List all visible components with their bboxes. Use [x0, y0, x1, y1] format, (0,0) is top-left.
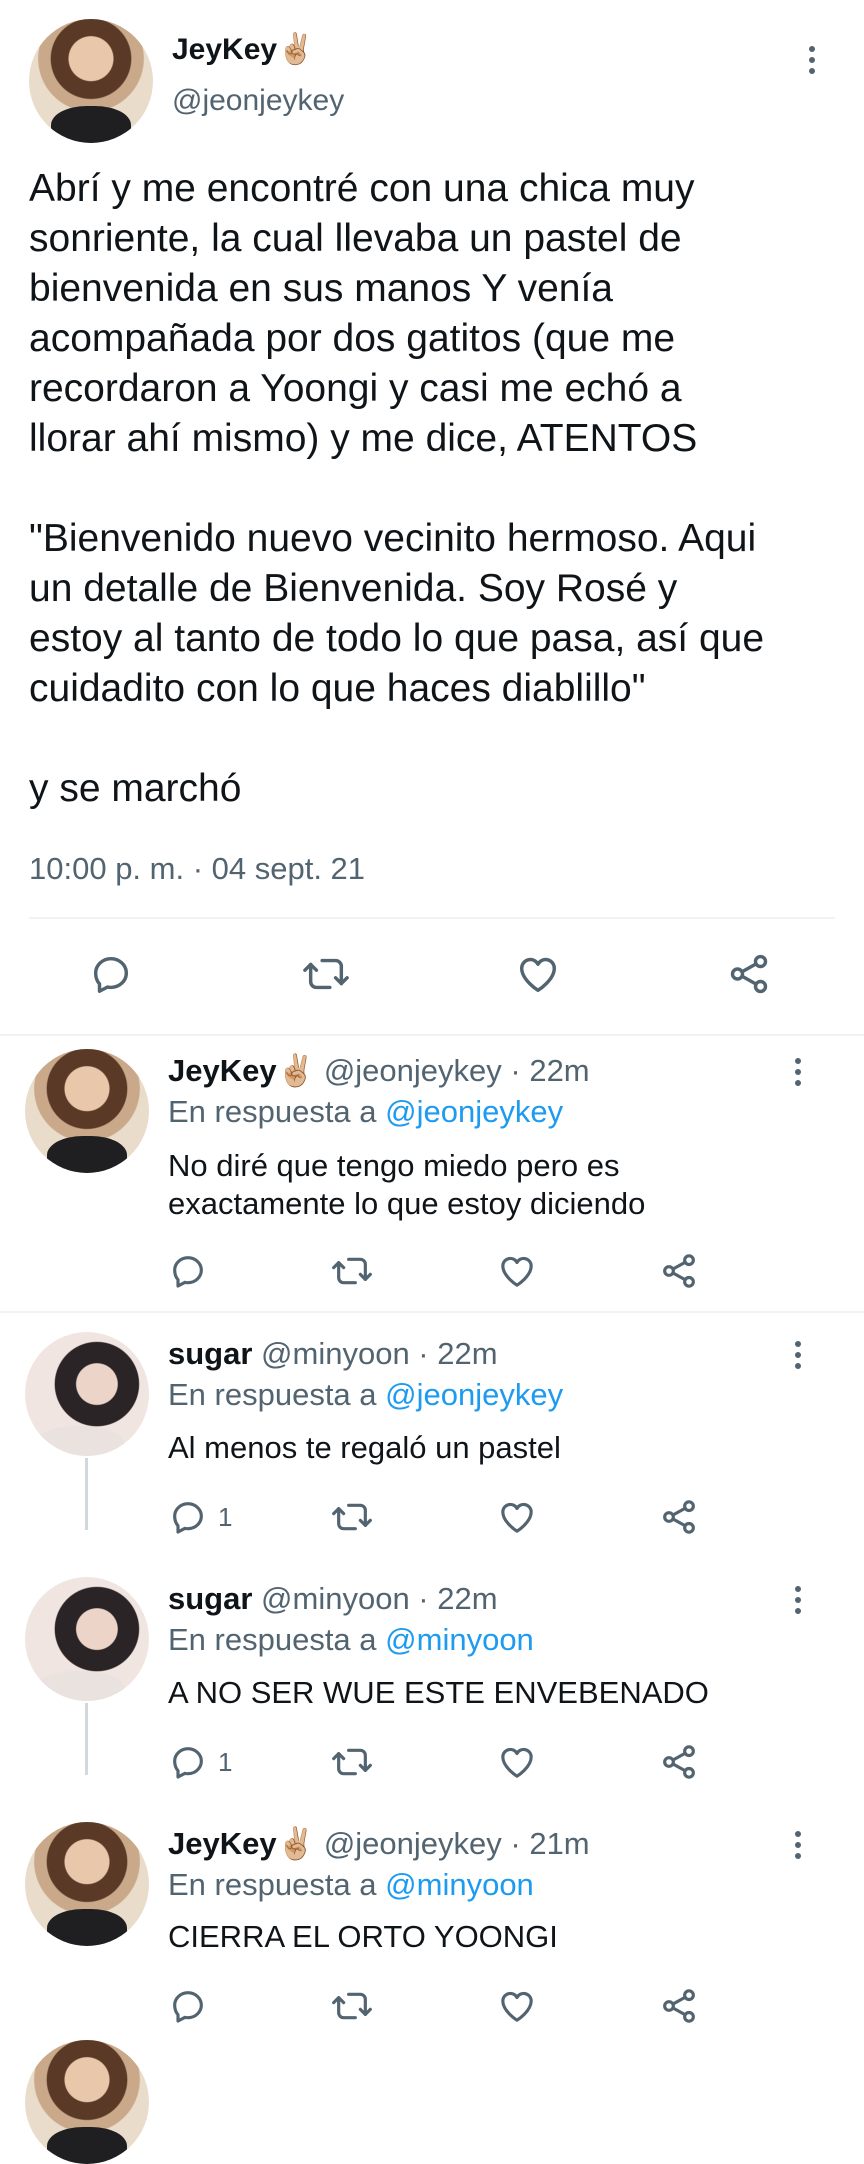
avatar[interactable]: [29, 19, 153, 143]
reply-button[interactable]: [168, 1251, 218, 1291]
retweet-button[interactable]: [330, 1742, 374, 1782]
avatar[interactable]: [25, 1049, 149, 1173]
author-meta[interactable]: @jeonjeykey · 22m: [324, 1053, 590, 1088]
reply-button[interactable]: 1: [168, 1742, 232, 1782]
reply-header: JeyKey✌🏼 @jeonjeykey · 21m: [168, 1824, 590, 1864]
author-name[interactable]: sugar: [168, 1336, 252, 1371]
like-button[interactable]: [497, 1986, 537, 2026]
reply-to-link[interactable]: @jeonjeykey: [385, 1094, 563, 1129]
peace-emoji-icon: ✌🏼: [276, 1053, 316, 1088]
reply-icon: [173, 1991, 203, 2023]
author-meta[interactable]: @minyoon · 22m: [261, 1581, 498, 1616]
share-button[interactable]: [659, 1742, 699, 1782]
reply-text: Al menos te regaló un pastel: [168, 1430, 561, 1465]
reply-button[interactable]: 1: [168, 1497, 232, 1537]
reply-text: CIERRA EL ORTO YOONGI: [168, 1919, 558, 1954]
author-handle[interactable]: @jeonjeykey: [172, 84, 344, 118]
tweet-text: Abrí y me encontré con una chica muy son…: [29, 167, 765, 810]
reply-icon: [173, 1747, 203, 1779]
peace-emoji-icon: ✌🏼: [277, 33, 315, 66]
reply-icon[interactable]: [88, 951, 134, 997]
reply-context: En respuesta a @minyoon: [168, 1622, 534, 1657]
divider: [0, 1311, 864, 1313]
reply-to-link[interactable]: @minyoon: [385, 1622, 534, 1657]
avatar[interactable]: [25, 2040, 149, 2164]
divider: [29, 917, 835, 919]
more-options-icon[interactable]: [794, 1341, 802, 1374]
reply-button[interactable]: [168, 1986, 218, 2026]
retweet-icon: [332, 1992, 372, 2020]
share-button[interactable]: [659, 1251, 699, 1291]
avatar[interactable]: [25, 1822, 149, 1946]
more-options-icon[interactable]: [808, 46, 816, 79]
like-icon: [501, 1256, 533, 1287]
like-icon[interactable]: [514, 951, 562, 997]
more-options-icon[interactable]: [794, 1058, 802, 1091]
avatar[interactable]: [25, 1332, 149, 1456]
reply-to-link[interactable]: @jeonjeykey: [385, 1377, 563, 1412]
like-button[interactable]: [497, 1742, 537, 1782]
reply-icon: [173, 1256, 203, 1288]
reply-header: JeyKey✌🏼 @jeonjeykey · 22m: [168, 1051, 590, 1091]
retweet-button[interactable]: [330, 1986, 374, 2026]
more-options-icon[interactable]: [794, 1831, 802, 1864]
share-button[interactable]: [659, 1986, 699, 2026]
thread-connector: [85, 1458, 88, 1530]
retweet-button[interactable]: [330, 1497, 374, 1537]
retweet-icon: [332, 1257, 372, 1285]
reply-to-link[interactable]: @minyoon: [385, 1867, 534, 1902]
share-button[interactable]: [659, 1497, 699, 1537]
author-meta[interactable]: @jeonjeykey · 21m: [324, 1826, 590, 1861]
like-icon: [501, 1991, 533, 2022]
reply-context: En respuesta a @minyoon: [168, 1867, 534, 1902]
retweet-icon: [332, 1503, 372, 1531]
like-icon: [501, 1747, 533, 1778]
reply-count: 1: [218, 1746, 233, 1777]
like-button[interactable]: [497, 1497, 537, 1537]
reply-icon: [173, 1502, 203, 1534]
thread-connector: [85, 1703, 88, 1775]
author-name[interactable]: JeyKey: [168, 1826, 277, 1861]
retweet-icon: [332, 1748, 372, 1776]
like-icon: [501, 1502, 533, 1533]
author-name[interactable]: JeyKey: [168, 1053, 277, 1088]
retweet-icon[interactable]: [300, 951, 352, 997]
more-options-icon[interactable]: [794, 1586, 802, 1619]
author-name[interactable]: sugar: [168, 1581, 252, 1616]
author-name[interactable]: JeyKey✌🏼: [172, 32, 314, 67]
reply-count: 1: [218, 1501, 233, 1532]
peace-emoji-icon: ✌🏼: [276, 1826, 316, 1861]
tweet-timestamp: 10:00 p. m. · 04 sept. 21: [29, 851, 366, 886]
divider: [0, 1034, 864, 1036]
share-icon: [663, 1989, 695, 2023]
reply-context: En respuesta a @jeonjeykey: [168, 1377, 564, 1412]
share-icon: [663, 1500, 695, 1534]
share-icon[interactable]: [725, 951, 773, 997]
avatar[interactable]: [25, 1577, 149, 1701]
share-icon: [663, 1745, 695, 1779]
share-icon: [663, 1254, 695, 1288]
reply-text: A NO SER WUE ESTE ENVEBENADO: [168, 1675, 709, 1710]
reply-header: sugar @minyoon · 22m: [168, 1334, 498, 1374]
like-button[interactable]: [497, 1251, 537, 1291]
author-meta[interactable]: @minyoon · 22m: [261, 1336, 498, 1371]
reply-text: No diré que tengo miedo pero es exactame…: [168, 1148, 646, 1221]
retweet-button[interactable]: [330, 1251, 374, 1291]
reply-context: En respuesta a @jeonjeykey: [168, 1094, 564, 1129]
reply-header: sugar @minyoon · 22m: [168, 1579, 498, 1619]
